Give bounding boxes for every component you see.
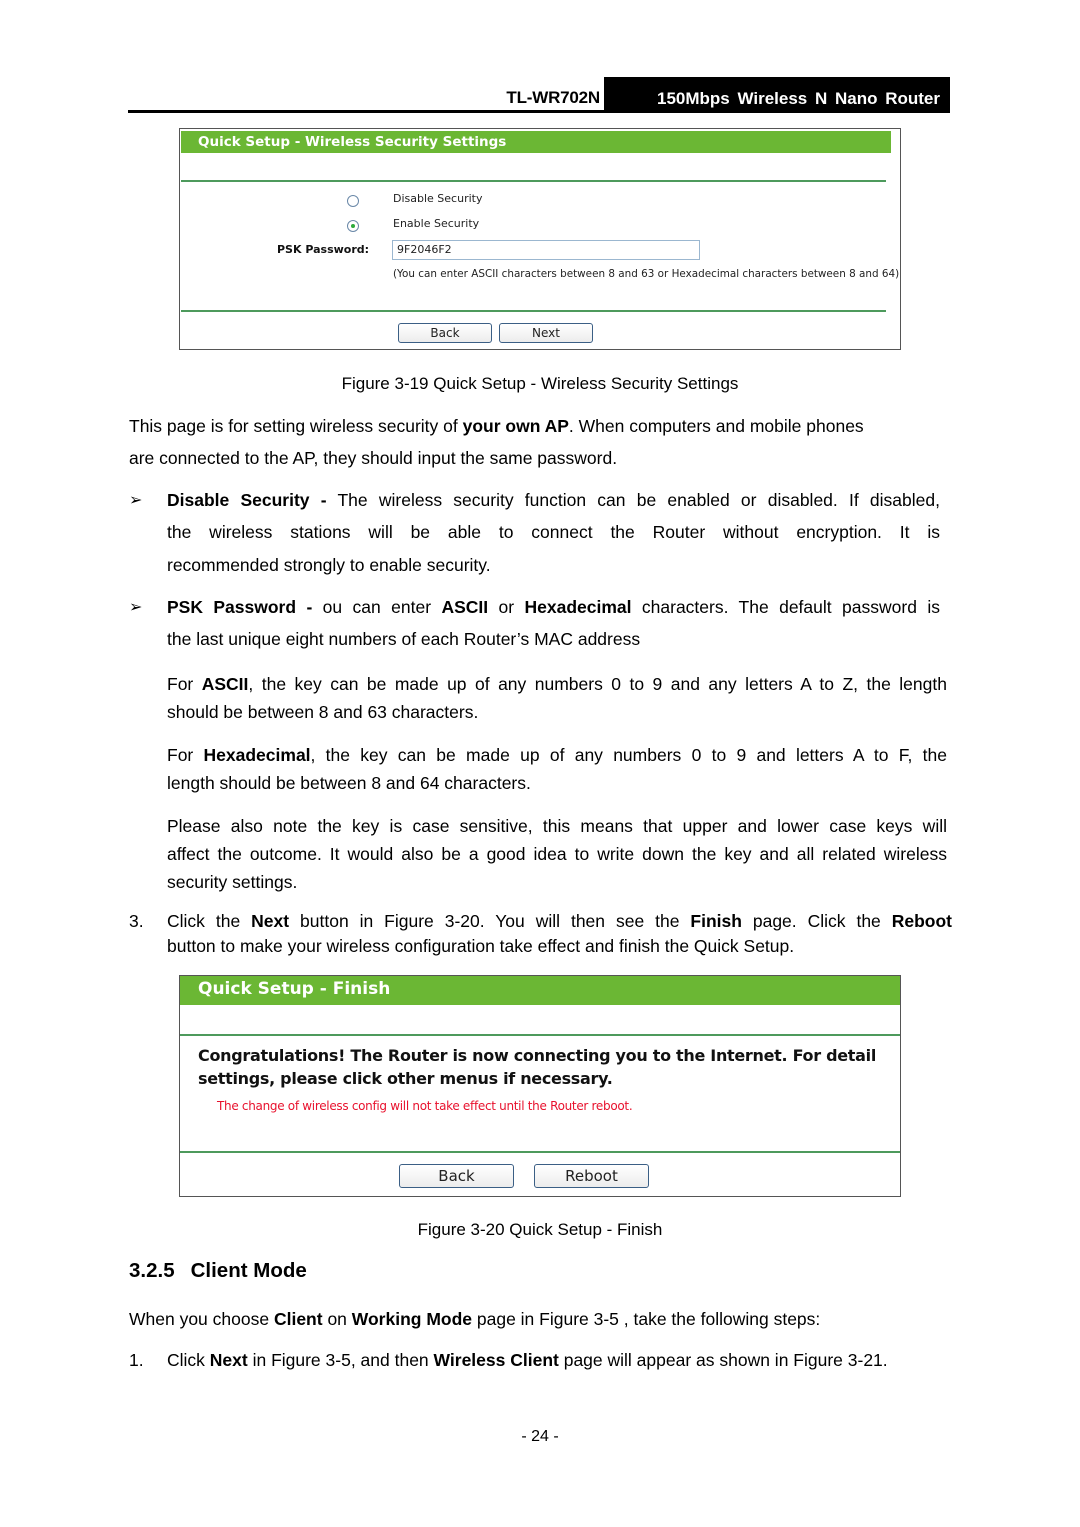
disable-security-label: Disable Security [393, 192, 483, 205]
text-bold: Next [251, 911, 290, 931]
next-button[interactable]: Next [499, 323, 593, 343]
text: settings, please click other menus if ne… [198, 1069, 613, 1088]
text: page. Click the [741, 911, 892, 931]
reboot-button[interactable]: Reboot [534, 1164, 649, 1188]
divider [181, 180, 886, 182]
text: or [488, 597, 525, 617]
reboot-warning: The change of wireless config will not t… [217, 1099, 633, 1113]
text: When you choose [129, 1309, 274, 1329]
step-number: 1. [129, 1350, 144, 1370]
psk-password-label: PSK Password: [277, 243, 370, 256]
text: Click [167, 1350, 210, 1370]
text: characters. The default password is [631, 597, 940, 617]
text-bold: Wireless Client [433, 1350, 559, 1370]
figure-caption: Figure 3-19 Quick Setup - Wireless Secur… [341, 374, 739, 393]
divider [180, 1151, 900, 1153]
text: page will appear as shown in Figure 3-21… [558, 1350, 888, 1370]
header-model: TL-WR702N [506, 88, 600, 107]
text: on [322, 1309, 352, 1329]
text-bold: Hexadecimal [524, 597, 632, 617]
page-header: TL-WR702N 150Mbps Wireless N Nano Router [128, 77, 950, 113]
step-line: button to make your wireless configurati… [167, 936, 795, 956]
divider [180, 1034, 900, 1036]
divider [181, 310, 886, 312]
intro-line: This page is for setting wireless securi… [129, 410, 939, 442]
section-intro: When you choose Client on Working Mode p… [129, 1309, 820, 1330]
panel-title: Quick Setup - Finish [180, 976, 900, 1005]
text-bold: Finish [690, 911, 742, 931]
text: The wireless security function can be en… [326, 490, 940, 510]
disable-security-radio[interactable] [347, 195, 359, 207]
text-bold: your own AP [462, 416, 569, 436]
wireless-security-panel: Quick Setup - Wireless Security Settings… [179, 128, 901, 350]
back-button[interactable]: Back [399, 1164, 514, 1188]
header-rule [128, 110, 950, 113]
text-bold: PSK Password - [167, 597, 313, 617]
text-bold: Working Mode [351, 1309, 473, 1329]
text: For [167, 674, 202, 694]
ascii-line: For ASCII, the key can be made up of any… [167, 674, 947, 695]
text-bold: ASCII [201, 674, 249, 694]
ascii-line: should be between 8 and 63 characters. [167, 702, 479, 722]
text: page in Figure 3-5 , take the following … [472, 1309, 821, 1329]
text-bold: Reboot [891, 911, 953, 931]
step-line: Click Next in Figure 3-5, and then Wirel… [167, 1350, 888, 1371]
note-line: security settings. [167, 872, 298, 892]
enable-security-label: Enable Security [393, 217, 480, 230]
congrats-text: Congratulations! The Router is now conne… [198, 1044, 876, 1090]
step-line: Click the Next button in Figure 3-20. Yo… [167, 911, 952, 932]
bullet-text-line: Disable Security - The wireless security… [167, 484, 940, 516]
note-line: Please also note the key is case sensiti… [167, 816, 947, 836]
bullet-text-line: the wireless stations will be able to co… [167, 522, 940, 542]
note-line: affect the outcome. It would also be a g… [167, 844, 947, 864]
bullet-text-line: the last unique eight numbers of each Ro… [167, 629, 641, 649]
psk-password-input[interactable]: 9F2046F2 [392, 240, 700, 260]
text-bold: Next [209, 1350, 248, 1370]
hex-line: For Hexadecimal, the key can be made up … [167, 745, 947, 766]
figure-caption: Figure 3-20 Quick Setup - Finish [417, 1220, 663, 1239]
text: Congratulations! The Router is now conne… [198, 1046, 877, 1065]
text: Click the [167, 911, 252, 931]
panel-title: Quick Setup - Wireless Security Settings [181, 131, 891, 153]
text: ou can enter [312, 597, 442, 617]
intro-line: are connected to the AP, they should inp… [129, 448, 618, 468]
header-product: 150Mbps Wireless N Nano Router [657, 89, 940, 108]
text: For [167, 745, 204, 765]
text: , the key can be made up of any numbers … [310, 745, 947, 765]
psk-hint: (You can enter ASCII characters between … [393, 268, 900, 280]
text-bold: Disable Security - [167, 490, 327, 510]
section-number: 3.2.5 [129, 1259, 175, 1282]
section-heading: 3.2.5 Client Mode [129, 1259, 307, 1283]
text: , the key can be made up of any numbers … [248, 674, 947, 694]
text: button in Figure 3-20. You will then see… [289, 911, 691, 931]
text-bold: Client [273, 1309, 323, 1329]
text-bold: Hexadecimal [203, 745, 311, 765]
bullet-text-line: PSK Password - ou can enter ASCII or Hex… [167, 591, 940, 623]
page-number: - 24 - [521, 1428, 559, 1445]
text: in Figure 3-5, and then [247, 1350, 434, 1370]
bullet-text-line: recommended strongly to enable security. [167, 555, 491, 575]
text: . When computers and mobile phones [568, 416, 864, 436]
text-bold: ASCII [441, 597, 489, 617]
bullet-arrow-icon: ➢ [129, 492, 143, 509]
back-button[interactable]: Back [398, 323, 492, 343]
quick-setup-finish-panel: Quick Setup - Finish Congratulations! Th… [179, 975, 901, 1197]
bullet-arrow-icon: ➢ [129, 599, 143, 616]
section-title: Client Mode [190, 1259, 307, 1282]
hex-line: length should be between 8 and 64 charac… [167, 773, 531, 793]
header-product-box: 150Mbps Wireless N Nano Router [604, 77, 950, 113]
text: This page is for setting wireless securi… [129, 416, 463, 436]
step-number: 3. [129, 911, 144, 931]
enable-security-radio[interactable] [347, 220, 359, 232]
